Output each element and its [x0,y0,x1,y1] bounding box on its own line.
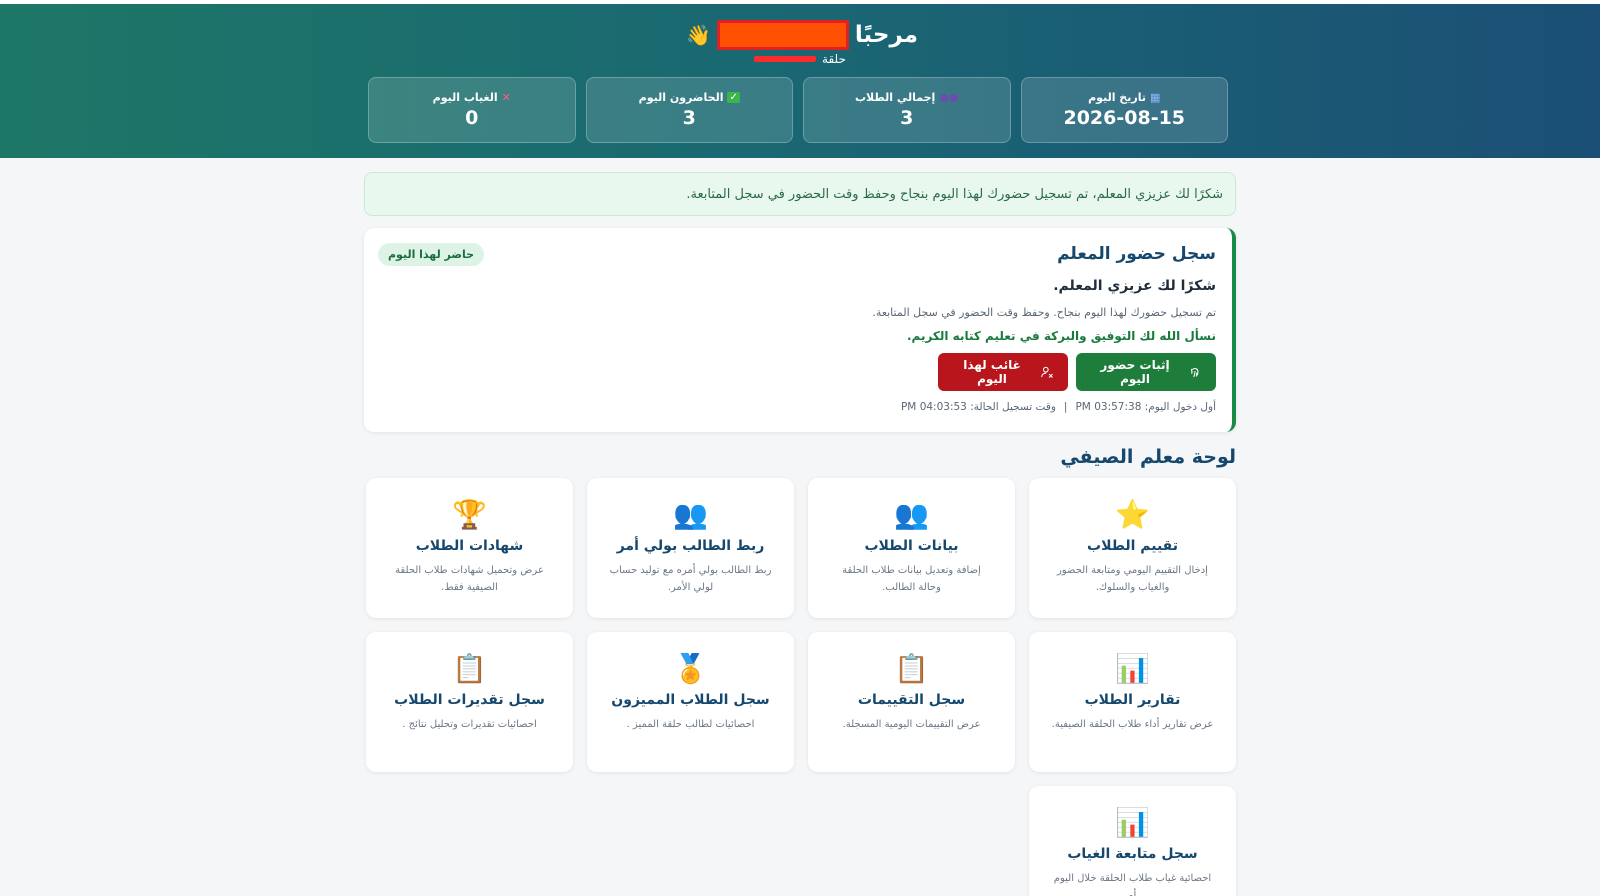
attendance-title: سجل حضور المعلم [1057,244,1216,264]
trophy-icon: 🏆 [452,498,487,531]
people-icon: 👥 [894,498,929,531]
tile-title: سجل الطلاب المميزون [611,692,770,708]
tile-title: بيانات الطلاب [864,538,959,554]
stat-value: 0 [465,107,479,129]
stat-label: الغياب اليوم [432,91,498,104]
medal-icon: 🏅 [673,652,708,685]
clipboard-icon: 📋 [452,652,487,685]
halqa-label: حلقة [822,52,846,66]
cross-icon: ✕ [501,91,511,104]
dashboard-grid: ⭐ تقييم الطلاب إدخال التقييم اليومي ومتا… [364,478,1236,896]
tile-student-data[interactable]: 👥 بيانات الطلاب إضافة وتعديل بيانات طلاب… [808,478,1015,618]
stat-card-date: ▦ تاريخ اليوم 2026-08-15 [1020,77,1228,143]
attendance-message: تم تسجيل حضورك لهذا اليوم بنجاح. وحفظ وق… [872,306,1216,319]
halqa-name-redacted [754,56,817,62]
teacher-name-redacted [716,20,849,50]
stat-card-present-today: ✓ الحاضرون اليوم 3 [585,77,793,143]
people-icon: ●● [939,91,959,104]
dashboard-title: لوحة معلم الصيفي [1060,446,1236,468]
tile-title: سجل متابعة الغياب [1067,846,1198,862]
check-icon: ✓ [727,92,740,103]
alert-text: شكرًا لك عزيزي المعلم، تم تسجيل حضورك له… [686,186,1223,202]
tile-distinguished-students[interactable]: 🏅 سجل الطلاب المميزون احصائيات لطالب حلق… [587,632,794,772]
people-icon: 👥 [673,498,708,531]
fingerprint-icon [1190,368,1199,378]
tile-desc: احصائية غياب طلاب الحلقة خلال اليوم أو [1053,873,1212,896]
user-x-icon [1041,366,1053,378]
tile-absence-tracking[interactable]: 📊 سجل متابعة الغياب احصائية غياب طلاب ال… [1029,786,1236,896]
tile-title: تقييم الطلاب [1087,538,1179,554]
tile-title: شهادات الطلاب [415,538,524,554]
present-status-badge: حاضر لهذا اليوم [378,243,485,266]
tile-desc: إدخال التقييم اليومي ومتابعة الحضور والغ… [1057,565,1208,593]
stat-card-total-students: ●● إجمالي الطلاب 3 [803,77,1011,143]
stat-label: الحاضرون اليوم [638,91,724,104]
bar-chart-icon: 📊 [1115,652,1150,685]
stat-label: تاريخ اليوم [1088,91,1146,104]
halqa-row: حلقة [0,52,1600,66]
tile-link-guardian[interactable]: 👥 ربط الطالب بولي أمر ربط الطالب بولي أم… [587,478,794,618]
stats-row: ▦ تاريخ اليوم 2026-08-15 ●● إجمالي الطلا… [368,77,1228,143]
greeting-row: مرحبًا 👋 [0,20,1600,50]
time-separator: | [1063,401,1068,413]
tile-title: سجل التقييمات [857,692,966,708]
tile-title: سجل تقديرات الطلاب [394,692,545,708]
stat-value: 3 [682,107,696,129]
stat-label: إجمالي الطلاب [854,91,936,104]
calendar-icon: ▦ [1149,91,1161,104]
tile-desc: ربط الطالب بولي أمره مع توليد حساب لولي … [609,565,772,593]
tile-title: ربط الطالب بولي أمر [616,538,765,554]
tile-student-reports[interactable]: 📊 تقارير الطلاب عرض تقارير أداء طلاب الح… [1029,632,1236,772]
confirm-attendance-label: إثبات حضور اليوم [1100,358,1170,386]
waving-hand-icon: 👋 [685,23,711,47]
stat-card-absent-today: ✕ الغياب اليوم 0 [368,77,576,143]
tile-student-certificates[interactable]: 🏆 شهادات الطلاب عرض وتحميل شهادات طلاب ا… [366,478,573,618]
success-alert: شكرًا لك عزيزي المعلم، تم تسجيل حضورك له… [364,172,1236,216]
mark-absent-label: غائب لهذا اليوم [963,358,1021,386]
tile-student-evaluation[interactable]: ⭐ تقييم الطلاب إدخال التقييم اليومي ومتا… [1029,478,1236,618]
tile-desc: احصائيات تقديرات وتحليل نتائج . [402,719,537,730]
status-record-time: وقت تسجيل الحالة: 04:03:53 PM [900,401,1056,413]
stat-value: 3 [900,107,914,129]
tile-evaluations-log[interactable]: 📋 سجل التقييمات عرض التقييمات اليومية ال… [808,632,1015,772]
main-content: شكرًا لك عزيزي المعلم، تم تسجيل حضورك له… [364,172,1236,896]
tile-desc: عرض وتحميل شهادات طلاب الحلقة الصيفية فق… [395,565,544,593]
tile-grades-log[interactable]: 📋 سجل تقديرات الطلاب احصائيات تقديرات وت… [366,632,573,772]
stat-value: 2026-08-15 [1063,107,1186,129]
tile-title: تقارير الطلاب [1084,692,1181,708]
attendance-times: أول دخول اليوم: 03:57:38 PM | وقت تسجيل … [380,401,1216,413]
confirm-attendance-button[interactable]: إثبات حضور اليوم [1076,353,1216,391]
tile-desc: عرض تقارير أداء طلاب الحلقة الصيفية. [1051,719,1214,730]
first-entry-time: أول دخول اليوم: 03:57:38 PM [1075,401,1216,413]
mark-absent-button[interactable]: غائب لهذا اليوم [938,353,1068,391]
attendance-thanks: شكرًا لك عزيزي المعلم. [1053,278,1216,294]
attendance-dua: نسأل الله لك التوفيق والبركة في تعليم كت… [906,329,1216,343]
bar-chart-icon: 📊 [1115,806,1150,839]
tile-desc: إضافة وتعديل بيانات طلاب الحلقة وحالة ال… [842,565,981,593]
clipboard-icon: 📋 [894,652,929,685]
teacher-attendance-card: سجل حضور المعلم حاضر لهذا اليوم شكرًا لك… [364,228,1236,432]
header: مرحبًا 👋 حلقة ▦ تاريخ اليوم 2026-08-15 ●… [0,4,1600,158]
tile-desc: عرض التقييمات اليومية المسجلة. [842,719,981,730]
greeting-text: مرحبًا [854,22,919,48]
tile-desc: احصائيات لطالب حلقة المميز . [626,719,755,730]
attendance-buttons: إثبات حضور اليوم غائب لهذا اليوم [380,353,1216,391]
star-icon: ⭐ [1115,498,1150,531]
